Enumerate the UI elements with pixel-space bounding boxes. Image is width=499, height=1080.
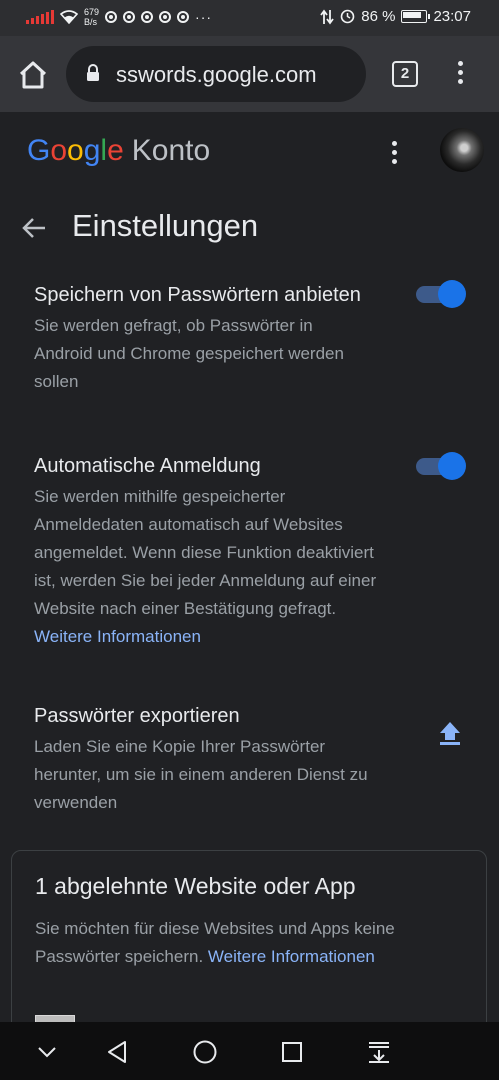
status-right: 86 % 23:07: [320, 8, 471, 25]
setting-description: Sie werden gefragt, ob Passwörter in And…: [34, 316, 344, 391]
chrome-notification-icon: [123, 11, 136, 23]
chrome-notification-icon: [177, 11, 190, 23]
tab-switcher-button[interactable]: 2: [392, 61, 418, 87]
setting-export-passwords[interactable]: Passwörter exportieren Laden Sie eine Ko…: [34, 700, 394, 817]
chevron-down-icon[interactable]: [33, 1038, 61, 1066]
setting-description: Laden Sie eine Kopie Ihrer Passwörter he…: [34, 737, 368, 812]
toggle-knob: [438, 452, 466, 480]
arrow-back-icon[interactable]: [20, 214, 48, 242]
home-icon[interactable]: [14, 56, 52, 94]
chrome-notification-icon: [141, 11, 154, 23]
battery-icon: [401, 10, 431, 23]
setting-title: Automatische Anmeldung: [34, 455, 261, 477]
lock-icon: [87, 64, 99, 81]
address-bar[interactable]: sswords.google.com: [66, 46, 366, 102]
page-title: Einstellungen: [72, 208, 259, 243]
account-menu-button[interactable]: [382, 138, 406, 168]
logo-letter: o: [50, 134, 68, 167]
recents-square-icon[interactable]: [278, 1038, 306, 1066]
logo-product-name: Konto: [131, 134, 211, 167]
upload-icon[interactable]: [438, 720, 462, 746]
more-vert-icon: [448, 58, 472, 84]
setting-offer-save-passwords: Speichern von Passwörtern anbieten Sie w…: [34, 279, 374, 396]
status-left: 679 B/s ···: [26, 7, 212, 27]
download-tray-icon[interactable]: [365, 1038, 393, 1066]
learn-more-link[interactable]: Weitere Informationen: [34, 623, 394, 651]
network-speed-value: 679: [84, 7, 100, 17]
declined-sites-card: 1 abgelehnte Website oder App Sie möchte…: [11, 850, 487, 1022]
site-favicon[interactable]: [35, 1015, 75, 1022]
url-text: sswords.google.com: [116, 62, 317, 87]
logo-letter: e: [107, 134, 124, 167]
clock: 23:07: [433, 8, 471, 25]
offer-save-passwords-toggle[interactable]: [416, 280, 466, 308]
chrome-notification-icon: [159, 11, 172, 23]
data-transfer-icon: [320, 9, 334, 24]
system-navigation-bar: [0, 1022, 499, 1080]
logo-letter: G: [27, 134, 51, 167]
toggle-knob: [438, 280, 466, 308]
logo-letter: g: [83, 134, 101, 167]
card-description: Sie möchten für diese Websites und Apps …: [35, 915, 475, 971]
setting-auto-signin: Automatische Anmeldung Sie werden mithil…: [34, 450, 394, 651]
learn-more-link[interactable]: Weitere Informationen: [208, 947, 375, 966]
page-content: Google Konto Einstellungen Speichern von …: [0, 112, 499, 1022]
network-speed-unit: B/s: [84, 17, 98, 27]
google-account-logo[interactable]: Google Konto: [27, 134, 210, 168]
browser-toolbar: sswords.google.com 2: [0, 36, 499, 112]
battery-percent: 86 %: [361, 8, 396, 25]
avatar[interactable]: [440, 128, 484, 172]
signal-icon: [26, 10, 54, 24]
home-circle-icon[interactable]: [191, 1038, 219, 1066]
setting-title: Speichern von Passwörtern anbieten: [34, 284, 361, 306]
alarm-icon: [340, 9, 355, 24]
wifi-icon: [60, 10, 78, 24]
setting-title: Passwörter exportieren: [34, 705, 240, 727]
back-triangle-icon[interactable]: [104, 1038, 132, 1066]
setting-description: Sie werden mithilfe gespeicherter Anmeld…: [34, 487, 377, 618]
status-bar: 679 B/s ··· 86 % 23:07: [0, 0, 499, 36]
more-vert-icon: [382, 138, 406, 164]
auto-signin-toggle[interactable]: [416, 452, 466, 480]
logo-letter: o: [67, 134, 84, 167]
chrome-notification-icon: [105, 11, 118, 23]
network-speed: 679 B/s: [84, 7, 99, 27]
more-notifications-icon: ···: [195, 9, 213, 25]
browser-menu-button[interactable]: [448, 58, 472, 88]
card-title: 1 abgelehnte Website oder App: [35, 873, 356, 899]
